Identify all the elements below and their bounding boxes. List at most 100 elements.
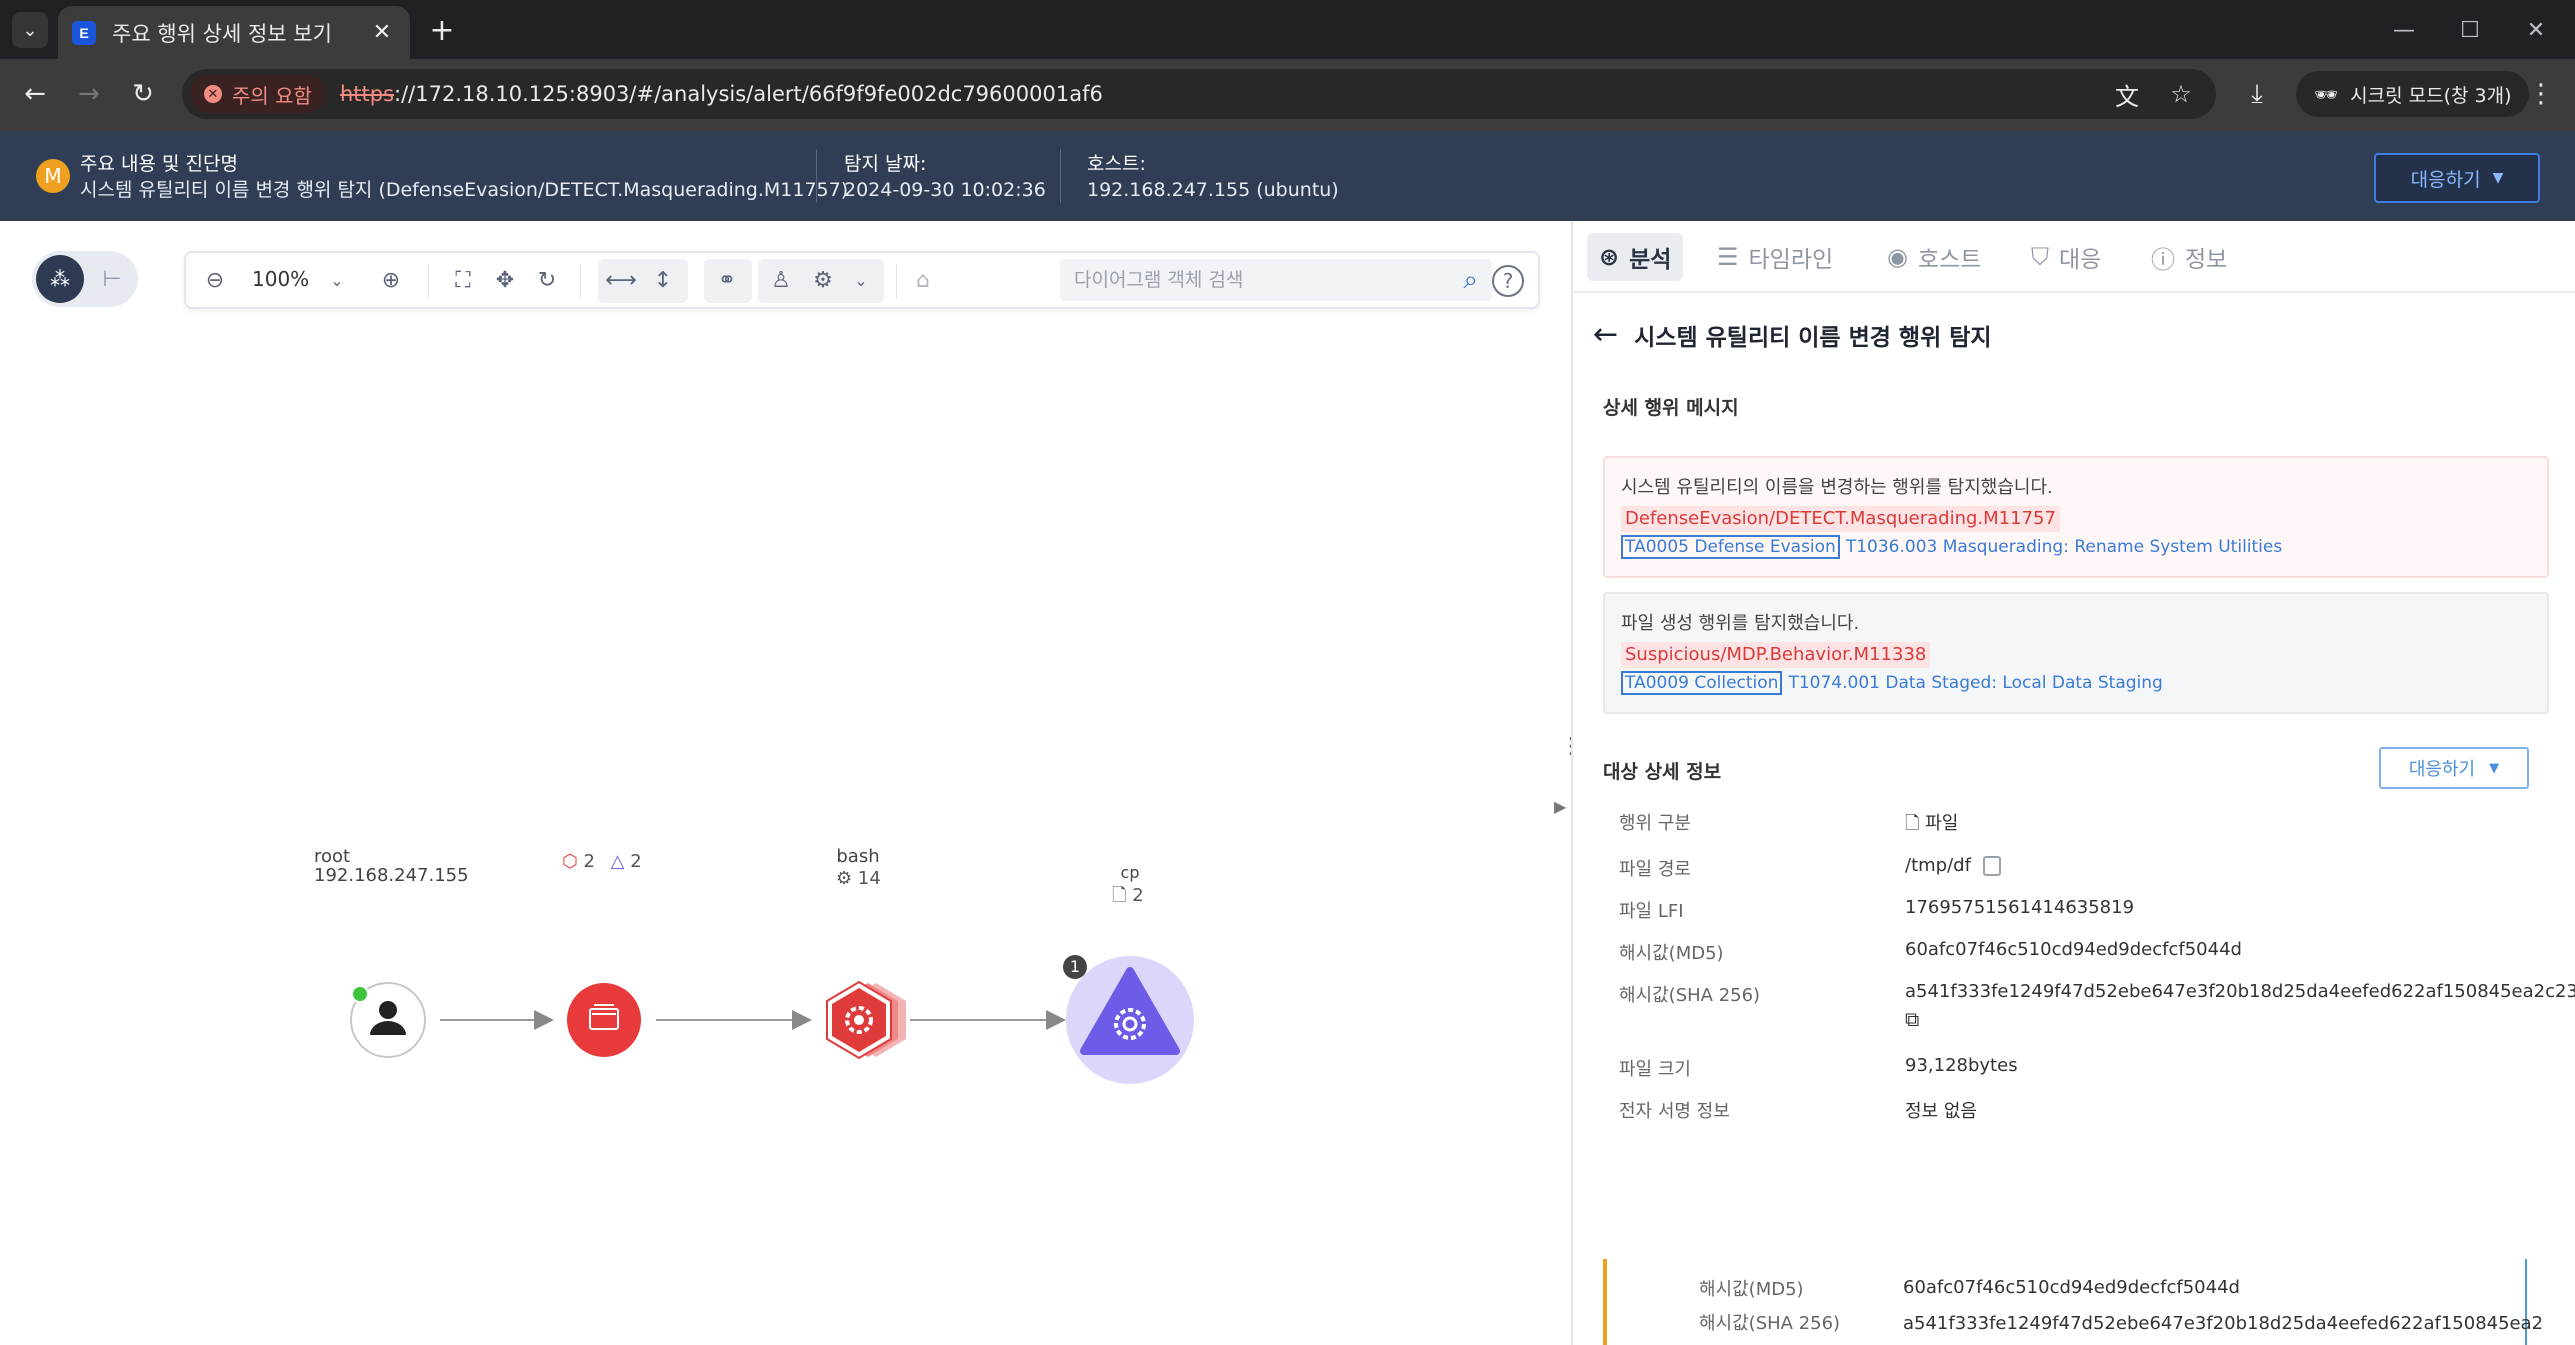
host-label: 호스트: [1087,153,1146,175]
toolbar-divider [580,265,581,299]
tab-response[interactable]: ⛉ 대응 [2019,233,2113,281]
security-warning-label: 주의 요함 [232,83,312,108]
file-path-value: /tmp/df [1905,855,1971,876]
host-user-icon: ◉ [1887,243,1908,271]
search-icon[interactable]: ⌕ [1463,265,1478,296]
graph-view-icon[interactable]: ⁂ [36,255,84,303]
target-respond-label: 대응하기 [2408,759,2476,780]
tab-analysis[interactable]: ⊛ 분석 [1587,233,1684,281]
tab-host-label: 호스트 [1917,247,1982,273]
copy-icon[interactable] [1982,856,2001,876]
back-arrow-icon[interactable]: ← [1593,317,1618,352]
highlight-icon[interactable]: ⌂ [908,265,938,295]
zoom-dropdown-chevron-icon[interactable]: ⌄ [322,265,352,295]
move-center-icon[interactable]: ✥ [490,265,520,295]
help-icon[interactable]: ? [1492,265,1524,297]
mitre-technique-link[interactable]: T1074.001 Data Staged: Local Data Stagin… [1788,673,2162,693]
vertical-layout-icon[interactable]: ↕ [648,265,678,295]
sha256-label: 해시값(SHA 256) [1619,985,1761,1006]
user-node[interactable] [350,982,426,1058]
cp-node-name: cp [1120,863,1140,882]
tab-search-button[interactable]: ⌄ [12,12,48,48]
address-bar[interactable]: ✕ 주의 요함 https://172.18.10.125:8903/#/ana… [182,69,2216,119]
download-icon[interactable]: ⤓ [2236,73,2278,115]
detail-message-heading: 상세 행위 메시지 [1603,397,1739,419]
zoom-out-icon[interactable]: ⊖ [200,265,230,295]
detection-rule-tag: Suspicious/MDP.Behavior.M11338 [1621,642,1931,668]
pane-resize-handle[interactable]: ⋮ [1560,736,1582,781]
security-warning-chip[interactable]: ✕ 주의 요함 [190,75,326,113]
incognito-label: 시크릿 모드(창 3개) [2350,84,2512,107]
related-sha256-value: a541f333fe1249f47d52ebe647e3f20b18d25da4… [1903,1313,2544,1334]
target-detail-heading: 대상 상세 정보 [1603,761,1722,783]
md5-value: 60afc07f46c510cd94ed9decfcf5044d [1905,939,2242,960]
related-md5-label: 해시값(MD5) [1699,1279,1804,1300]
alert-summary-header: M 주요 내용 및 진단명 시스템 유틸리티 이름 변경 행위 탐지 (Defe… [0,131,2575,221]
tab-host[interactable]: ◉ 호스트 [1875,233,1993,281]
diagram-search-box: ⌕ [1060,259,1492,301]
detect-date-label: 탐지 날짜: [844,153,927,175]
merge-nodes-icon[interactable]: ⚭ [712,265,742,295]
analysis-icon: ⊛ [1599,243,1620,271]
hexagon-alert-icon: ⬡ [562,851,578,872]
close-window-button[interactable]: ✕ [2516,12,2556,48]
forward-arrow-icon[interactable]: → [68,73,110,115]
zoom-in-icon[interactable]: ⊕ [376,265,406,295]
browser-tab-active[interactable]: E 주요 행위 상세 정보 보기 ✕ [58,6,410,59]
reset-layout-icon[interactable]: ↻ [532,265,562,295]
file-path-value-cell: /tmp/df [1905,855,2565,876]
panel-tabs: ⊛ 분석 ☰ 타임라인 ◉ 호스트 ⛉ 대응 ⓘ 정보 [1573,221,2575,293]
browser-toolbar: ← → ↻ ✕ 주의 요함 https://172.18.10.125:8903… [0,59,2575,131]
new-tab-button[interactable]: + [424,12,460,48]
minimize-window-button[interactable]: — [2384,12,2424,48]
bash-node-name: bash [836,846,880,867]
mitre-tactic-link[interactable]: TA0005 Defense Evasion [1621,535,1840,559]
respond-button[interactable]: 대응하기 ▼ [2374,153,2540,203]
node-options-icon[interactable]: ⚙ [808,265,838,295]
mitre-tactic-link[interactable]: TA0009 Collection [1621,671,1783,695]
mitre-technique-link[interactable]: T1036.003 Masquerading: Rename System Ut… [1846,537,2282,557]
diagram-toolbar: ⊖ 100% ⌄ ⊕ ⛶ ✥ ↻ ⟷ ↕ ⚭ ♙ ⚙ ⌄ ⌂ ⌕ ? [184,251,1540,309]
tab-info[interactable]: ⓘ 정보 [2139,233,2239,281]
cp-process-node[interactable] [1066,956,1194,1084]
triangle-alert-icon: △ [610,851,625,872]
tree-view-icon[interactable]: ⊢ [90,255,134,303]
collapse-panel-icon[interactable]: ▶ [1554,797,1566,816]
user-filter-icon[interactable]: ♙ [766,265,796,295]
file-size-value: 93,128bytes [1905,1055,2018,1076]
browser-tab-strip: ⌄ E 주요 행위 상세 정보 보기 ✕ + — ☐ ✕ [0,0,2575,59]
target-respond-button[interactable]: 대응하기 ▼ [2379,747,2529,789]
external-link-icon[interactable]: ⧉ [1905,1007,2565,1031]
maximize-window-button[interactable]: ☐ [2450,12,2490,48]
node-options-chevron-icon[interactable]: ⌄ [846,265,876,295]
signature-label: 전자 서명 정보 [1619,1101,1730,1122]
url-text[interactable]: https://172.18.10.125:8903/#/analysis/al… [340,82,1103,106]
back-arrow-icon[interactable]: ← [14,73,56,115]
app-favicon-icon: E [72,20,96,45]
host-value: 192.168.247.155 (ubuntu) [1087,179,1339,201]
file-icon: 🗋 [1112,885,1127,906]
browser-menu-icon[interactable]: ⋮ [2520,73,2562,115]
diagram-pane: ⁂ ⊢ ⊖ 100% ⌄ ⊕ ⛶ ✥ ↻ ⟷ ↕ ⚭ ♙ ⚙ ⌄ ⌂ ⌕ ? [0,221,1582,1345]
fit-screen-icon[interactable]: ⛶ [448,265,478,295]
reload-icon[interactable]: ↻ [122,73,164,115]
tab-timeline-label: 타임라인 [1748,247,1834,273]
detection-message-card: 시스템 유틸리티의 이름을 변경하는 행위를 탐지했습니다. DefenseEv… [1603,456,2549,578]
tab-close-icon[interactable]: ✕ [368,20,396,45]
alert-process-node[interactable] [567,983,641,1057]
url-path: ://172.18.10.125:8903/#/analysis/alert/6… [394,82,1103,106]
file-icon: 🗋 [1905,813,1920,834]
tab-timeline[interactable]: ☰ 타임라인 [1705,233,1845,281]
online-status-dot [351,985,369,1003]
bash-process-node[interactable] [826,980,906,1060]
horizontal-layout-icon[interactable]: ⟷ [605,265,637,295]
bookmark-star-icon[interactable]: ☆ [2164,77,2198,111]
warning-x-icon: ✕ [204,85,222,103]
translate-icon[interactable]: ⽂ [2110,77,2144,111]
host-block: 호스트: 192.168.247.155 (ubuntu) [1087,151,1339,203]
incognito-indicator[interactable]: 🕶 시크릿 모드(창 3개) [2296,71,2530,117]
diagram-search-input[interactable] [1074,269,1464,291]
zoom-level-select[interactable]: 100% [252,267,309,291]
tab-info-label: 정보 [2185,247,2228,273]
panel-title: 시스템 유틸리티 이름 변경 행위 탐지 [1634,324,1992,351]
